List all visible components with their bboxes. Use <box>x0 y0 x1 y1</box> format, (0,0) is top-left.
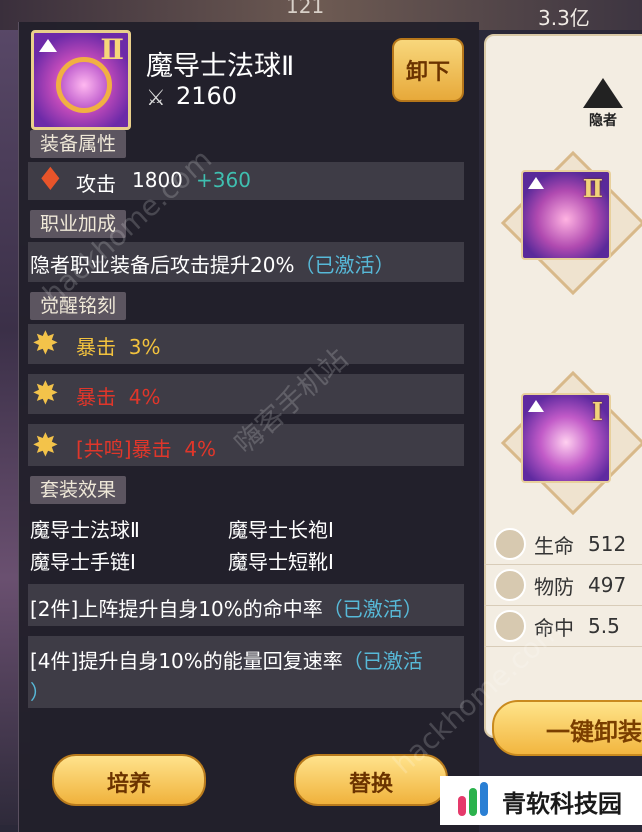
awaken-text: 暴击 4% <box>76 381 160 410</box>
shield-icon <box>494 569 526 601</box>
burst-icon <box>30 324 66 362</box>
item-icon: Ⅱ <box>31 30 131 130</box>
active-status: （已激活） <box>294 253 395 277</box>
slot-tier: Ⅱ <box>582 174 603 203</box>
train-label: 培养 <box>106 772 151 797</box>
unequip-label: 卸下 <box>406 60 451 85</box>
set-effect-text: [2件]上阵提升自身10%的命中率（已激活） <box>30 593 423 622</box>
set-item: 魔导士短靴Ⅰ <box>228 550 334 574</box>
stat-row: 物防 497 <box>484 565 642 606</box>
heart-icon <box>494 528 526 560</box>
section-set: 套装效果 <box>30 476 127 504</box>
burst-icon <box>30 374 66 412</box>
set-effect-text: [4件]提升自身10%的能量回复速率（已激活 <box>30 645 423 674</box>
section-awaken: 觉醒铭刻 <box>30 292 127 320</box>
awaken-text: 暴击 3% <box>76 331 160 360</box>
crossed-swords-icon: ⚔ <box>146 86 166 111</box>
awaken-text: [共鸣]暴击 4% <box>76 433 216 462</box>
awaken-label: 暴击 <box>76 385 116 409</box>
item-name: 魔导士法球Ⅱ <box>146 51 295 82</box>
awaken-value: 4% <box>128 385 161 409</box>
one-key-unequip-button[interactable]: 一键卸装 <box>492 700 642 756</box>
item-tier: Ⅱ <box>100 33 124 66</box>
hermit-class-icon <box>583 78 623 108</box>
active-status: （已激活 <box>342 649 423 673</box>
awaken-value: 3% <box>128 335 161 359</box>
class-hat-icon <box>528 177 544 189</box>
equip-slot-orb[interactable]: Ⅱ <box>521 170 611 260</box>
equip-slot-bracelet[interactable]: Ⅰ <box>521 393 611 483</box>
attribute-name: 攻击 <box>76 172 116 196</box>
active-status-tail: ） <box>30 680 50 704</box>
set-effect-desc: [4件]提升自身10%的能量回复速率 <box>30 649 343 673</box>
stat-label: 生命 <box>534 533 574 558</box>
set-item: 魔导士手链Ⅰ <box>30 550 136 574</box>
unequip-button[interactable]: 卸下 <box>392 38 464 102</box>
active-status: （已激活） <box>322 597 423 621</box>
brand-name: 青软科技园 <box>502 790 622 818</box>
one-key-unequip-label: 一键卸装 <box>546 718 642 746</box>
stat-value: 5.5 <box>588 614 620 638</box>
awaken-value: 4% <box>184 437 217 461</box>
train-button[interactable]: 培养 <box>52 754 206 806</box>
class-emblem: 隐者 <box>577 78 629 138</box>
stat-label: 物防 <box>534 574 574 599</box>
awaken-label: 暴击 <box>76 335 116 359</box>
top-counter: 121 <box>286 0 325 18</box>
item-power: 2160 <box>176 82 238 110</box>
stat-row: 生命 512 <box>484 524 642 565</box>
set-effect-desc: [2件]上阵提升自身10%的命中率 <box>30 597 323 621</box>
brand-logo: 青软科技园 <box>440 776 642 825</box>
stat-value: 512 <box>588 532 627 556</box>
awaken-label: 暴击 <box>131 437 172 461</box>
currency-amount: 3.3亿 <box>538 6 590 30</box>
hero-stats: 生命 512 物防 497 命中 5.5 <box>484 524 642 647</box>
stat-value: 497 <box>588 573 627 597</box>
set-item: 魔导士长袍Ⅰ <box>228 518 334 542</box>
burst-icon <box>30 426 66 464</box>
section-attributes: 装备属性 <box>30 130 127 158</box>
slot-tier: Ⅰ <box>591 397 603 426</box>
set-item: 魔导士法球Ⅱ <box>30 518 140 542</box>
class-label: 隐者 <box>589 113 617 129</box>
class-hat-icon <box>528 400 544 412</box>
brand-mark-icon <box>458 782 490 818</box>
replace-label: 替换 <box>348 772 393 797</box>
class-hat-icon <box>39 39 57 52</box>
attack-icon <box>34 160 65 198</box>
resonance-prefix: [共鸣] <box>76 437 132 461</box>
